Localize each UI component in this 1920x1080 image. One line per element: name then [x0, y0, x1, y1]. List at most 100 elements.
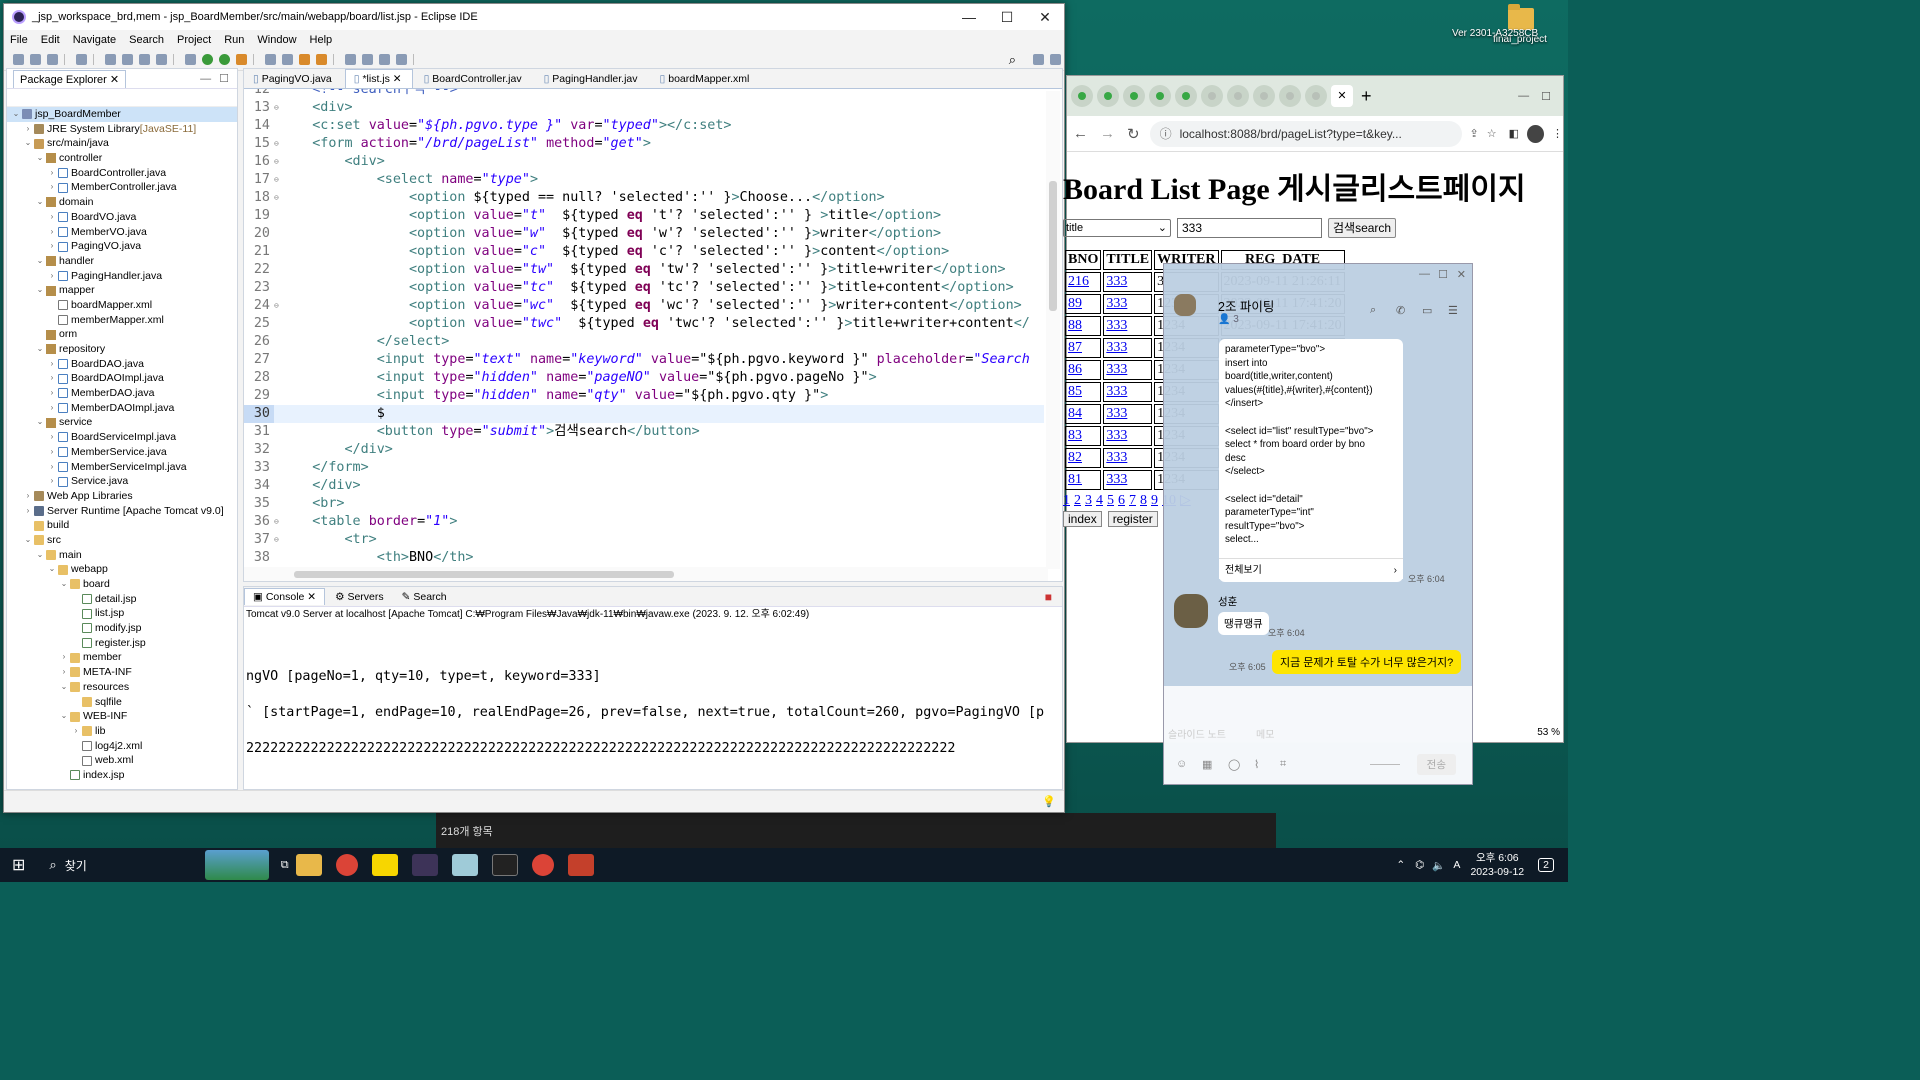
minimize-button[interactable]: — — [950, 9, 988, 26]
code-line[interactable]: 23 <option value="tc" ${typed eq 'tc'? '… — [244, 279, 1044, 297]
shared-code-message[interactable]: parameterType="bvo"> insert into board(t… — [1219, 339, 1403, 579]
code-line[interactable]: 19 <option value="t" ${typed eq 't'? 'se… — [244, 207, 1044, 225]
row-link[interactable]: 333 — [1106, 406, 1127, 421]
row-link[interactable]: 82 — [1068, 450, 1082, 465]
menu-dots-icon[interactable]: ⋮ — [1552, 127, 1563, 140]
row-link[interactable]: 333 — [1106, 274, 1127, 289]
tree-toggle-icon[interactable]: › — [23, 489, 33, 504]
tree-item[interactable]: ⌄ domain — [7, 195, 237, 210]
tree-item[interactable]: ⌄ repository — [7, 342, 237, 357]
tree-toggle-icon[interactable]: ⌄ — [59, 709, 69, 724]
table-cell[interactable]: 333 — [1103, 470, 1153, 490]
video-icon[interactable]: ▭ — [1422, 304, 1432, 317]
tree-item[interactable]: ⌄ src — [7, 533, 237, 548]
code-line[interactable]: 16 ⊖ <div> — [244, 153, 1044, 171]
save-all-icon[interactable] — [47, 54, 58, 65]
back-icon[interactable] — [379, 54, 390, 65]
chat-bubble-icon[interactable]: ◯ — [1228, 758, 1240, 771]
code-line[interactable]: 31 <button type="submit">검색search</butto… — [244, 423, 1044, 441]
row-link[interactable]: 83 — [1068, 428, 1082, 443]
tree-item[interactable]: ⌄ mapper — [7, 283, 237, 298]
coverage-icon[interactable] — [219, 54, 230, 65]
volume-icon[interactable]: 🔈 — [1432, 859, 1445, 872]
browser-minimize-icon[interactable]: — — [1518, 90, 1529, 102]
row-link[interactable]: 86 — [1068, 362, 1082, 377]
message-input-area[interactable]: 슬라이드 노트 메모 ☺ ▦ ◯ ⌇ ⌗ 전송 — [1164, 686, 1472, 784]
row-link[interactable]: 87 — [1068, 340, 1082, 355]
table-cell[interactable]: 89 — [1065, 294, 1102, 314]
slider-track[interactable] — [1370, 764, 1400, 765]
tree-toggle-icon[interactable]: ⌄ — [35, 195, 45, 210]
tree-item[interactable]: › PagingVO.java — [7, 239, 237, 254]
chat-close-icon[interactable]: ✕ — [1457, 268, 1466, 281]
bookmark-star-icon[interactable]: ☆ — [1487, 127, 1497, 140]
row-link[interactable]: 88 — [1068, 318, 1082, 333]
tree-item[interactable]: detail.jsp — [7, 592, 237, 607]
tree-toggle-icon[interactable]: › — [59, 650, 69, 665]
view-all-link[interactable]: 전체보기 › — [1219, 558, 1403, 582]
tree-toggle-icon[interactable]: ⌄ — [47, 562, 57, 577]
debug-icon[interactable] — [185, 54, 196, 65]
tree-toggle-icon[interactable]: › — [59, 665, 69, 680]
editor-vertical-scrollbar[interactable] — [1046, 91, 1060, 569]
tree-toggle-icon[interactable]: › — [47, 430, 57, 445]
type-select[interactable]: title ⌄ — [1063, 219, 1171, 237]
tree-item[interactable]: › META-INF — [7, 665, 237, 680]
search-icon[interactable]: ⌕ — [49, 857, 56, 873]
tree-item[interactable]: › Service.java — [7, 474, 237, 489]
row-link[interactable]: 84 — [1068, 406, 1082, 421]
desktop-folder-icon[interactable] — [1508, 4, 1534, 30]
code-editor[interactable]: 12 <!-- search구역 --> 13 ⊖ <div> 14 <c:set v… — [244, 89, 1044, 567]
tree-toggle-icon[interactable]: › — [47, 357, 57, 372]
table-cell[interactable]: 333 — [1103, 382, 1153, 402]
file-explorer-icon[interactable] — [295, 854, 322, 876]
tree-toggle-icon[interactable]: › — [47, 371, 57, 386]
site-info-icon[interactable]: ⓘ — [1160, 125, 1172, 142]
sidebar-icon[interactable]: ◧ — [1509, 127, 1519, 140]
new-tab-icon[interactable]: + — [1361, 86, 1372, 107]
globe-icon[interactable] — [345, 54, 356, 65]
reload-icon[interactable]: ↻ — [1127, 125, 1140, 143]
external-tools-icon[interactable] — [236, 54, 247, 65]
table-cell[interactable]: 88 — [1065, 316, 1102, 336]
code-line[interactable]: 33 </form> — [244, 459, 1044, 477]
tray-chevron-icon[interactable]: ⌃ — [1396, 859, 1405, 871]
table-cell[interactable]: 81 — [1065, 470, 1102, 490]
sender-avatar[interactable] — [1174, 594, 1208, 628]
browser-tab[interactable] — [1227, 85, 1249, 107]
forward-icon[interactable] — [396, 54, 407, 65]
code-line[interactable]: 24 ⊖ <option value="wc" ${typed eq 'wc'? … — [244, 297, 1044, 315]
tree-item[interactable]: index.jsp — [7, 768, 237, 783]
row-link[interactable]: 333 — [1106, 318, 1127, 333]
page-link[interactable]: 7 — [1129, 493, 1136, 508]
code-line[interactable]: 29 <input type="hidden" name="qty" value… — [244, 387, 1044, 405]
table-cell[interactable]: 333 — [1103, 338, 1153, 358]
table-cell[interactable]: 333 — [1103, 404, 1153, 424]
tree-item[interactable]: build — [7, 518, 237, 533]
terminal-icon[interactable] — [76, 54, 87, 65]
tree-item[interactable]: › lib — [7, 724, 237, 739]
table-cell[interactable]: 333 — [1103, 316, 1153, 336]
code-line[interactable]: 28 <input type="hidden" name="pageNO" va… — [244, 369, 1044, 387]
row-link[interactable]: 333 — [1106, 296, 1127, 311]
tree-item[interactable]: register.jsp — [7, 636, 237, 651]
code-line[interactable]: 22 <option value="tw" ${typed eq 'tw'? '… — [244, 261, 1044, 279]
page-link[interactable]: 2 — [1074, 493, 1081, 508]
menu-help[interactable]: Help — [310, 34, 333, 46]
tree-item[interactable]: › PagingHandler.java — [7, 269, 237, 284]
search-button[interactable]: 검색search — [1328, 218, 1397, 238]
tree-item[interactable]: ⌄ WEB-INF — [7, 709, 237, 724]
chrome-profile-icon[interactable] — [531, 854, 554, 876]
menu-run[interactable]: Run — [224, 34, 244, 46]
table-cell[interactable]: 333 — [1103, 360, 1153, 380]
network-icon[interactable]: ⌬ — [1415, 859, 1424, 871]
calendar-icon[interactable]: ▦ — [1202, 758, 1212, 771]
browser-tab[interactable] — [1175, 85, 1197, 107]
tree-item[interactable]: › MemberVO.java — [7, 225, 237, 240]
page-link[interactable]: 4 — [1096, 493, 1103, 508]
menu-edit[interactable]: Edit — [41, 34, 60, 46]
run-icon[interactable] — [202, 54, 213, 65]
close-button[interactable]: ✕ — [1026, 9, 1064, 26]
chat-menu-icon[interactable]: ☰ — [1448, 304, 1458, 317]
share-icon[interactable]: ⇪ — [1470, 127, 1479, 140]
